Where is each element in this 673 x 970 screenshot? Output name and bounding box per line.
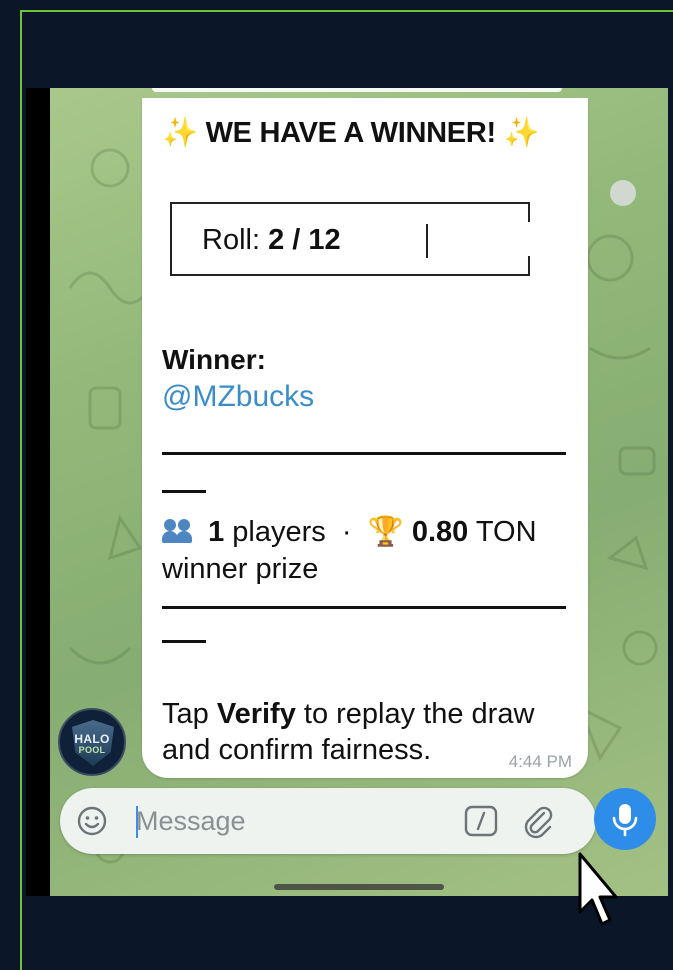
divider-line [162,452,566,455]
roll-block-edge [528,202,530,276]
sparkle-icon: ✨ [503,117,540,149]
microphone-icon [612,804,638,837]
players-count: 1 [208,516,225,548]
text-caret [136,806,138,838]
message-bubble[interactable]: ✨ WE HAVE A WINNER! ✨ Roll: 2 / 12 Winne… [142,98,588,778]
trophy-icon: 🏆 [367,516,404,548]
floating-dot [610,180,636,206]
sparkle-icon: ✨ [162,117,198,149]
roll-label: Roll: [202,224,261,256]
bot-avatar[interactable]: HALO POOL [58,708,126,776]
people-icon [162,517,200,543]
winner-label: Winner: [162,344,266,375]
verify-line2: and confirm fairness. [162,734,432,766]
roll-code-block: Roll: 2 / 12 [170,202,530,276]
previous-bubble-edge [152,88,562,92]
verify-prefix: Tap [162,698,209,730]
players-label: players [232,516,326,548]
message-timestamp: 4:44 PM [508,752,572,771]
avatar-text: HALO [74,732,110,746]
title-text: WE HAVE A WINNER! [205,117,497,149]
prize-label: winner prize [162,553,319,585]
avatar-subtext: POOL [78,745,106,755]
mouse-cursor-icon [578,852,618,926]
roll-text: Roll: 2 / 12 [202,224,341,257]
roll-value: 2 / 12 [268,224,341,256]
message-input[interactable] [136,800,436,842]
home-indicator[interactable] [274,884,444,890]
message-composer [60,788,596,854]
verify-word: Verify [216,698,296,730]
verify-instructions: Tap Verify to replay the draw and confir… [162,696,534,768]
verify-suffix: to replay the draw [303,698,535,730]
winner-username-link[interactable]: @MZbucks [162,380,314,414]
left-edge [26,88,50,896]
divider-line [162,606,566,609]
roll-divider [426,224,428,258]
voice-record-button[interactable] [594,788,656,850]
stats-separator: · [341,516,352,548]
game-stats: 1 players · 🏆 0.80 TON winner prize [162,514,537,588]
prize-currency: TON [475,516,537,548]
chat-screen: ✨ WE HAVE A WINNER! ✨ Roll: 2 / 12 Winne… [26,88,668,896]
emoji-icon[interactable] [76,805,108,837]
bot-command-icon[interactable] [464,805,498,837]
message-title: ✨ WE HAVE A WINNER! ✨ [162,116,540,150]
prize-amount: 0.80 [411,516,469,548]
divider-line-tail [162,640,206,643]
paperclip-icon[interactable] [520,803,556,839]
divider-line-tail [162,490,206,493]
